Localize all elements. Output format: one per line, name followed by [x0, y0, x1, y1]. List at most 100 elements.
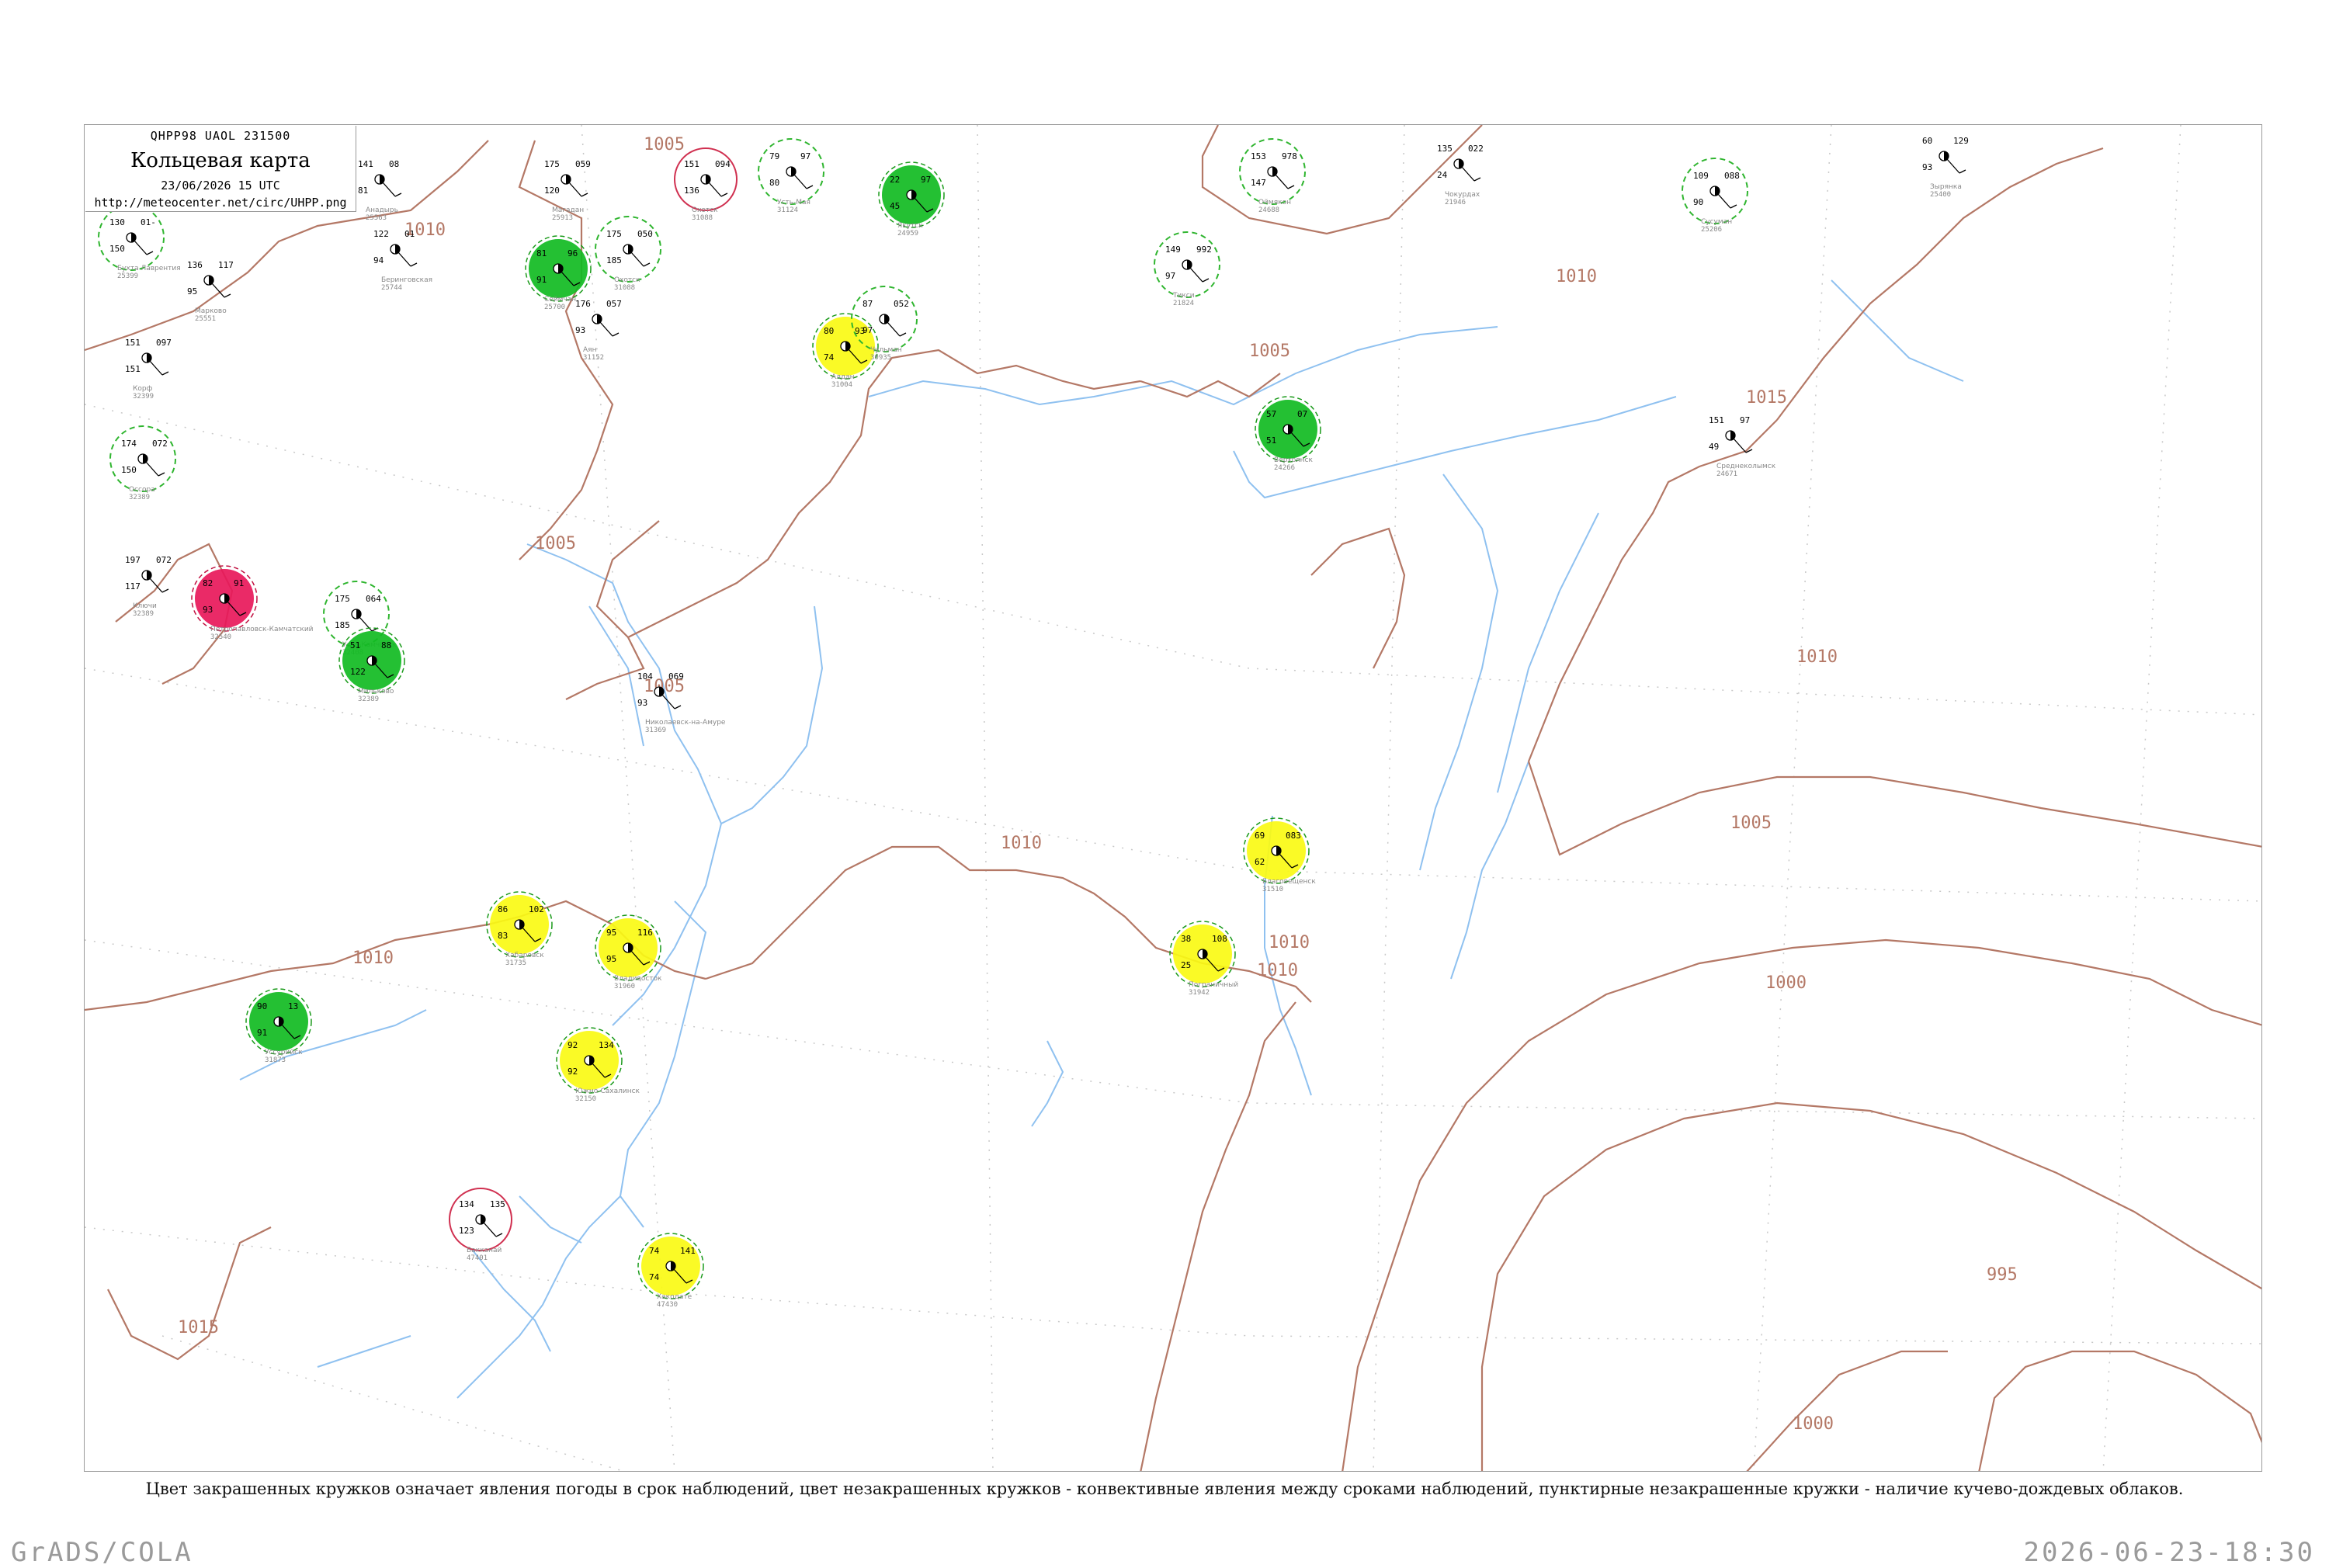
- station-marker[interactable]: 51 88 122 Мильково32389: [338, 627, 405, 703]
- station-pressure: 141: [680, 1246, 696, 1256]
- station-id: 31004: [831, 381, 852, 389]
- station-marker[interactable]: 141 08 81 Анадырь25563: [358, 159, 402, 222]
- station-name: Благовещенск: [1262, 878, 1316, 886]
- station-pressure: 064: [366, 594, 381, 604]
- station-temp: 22: [890, 175, 900, 185]
- station-name: Марково: [195, 307, 227, 315]
- station-dewpoint: 185: [606, 255, 622, 265]
- station-marker[interactable]: 153 978 147 Оймякон24688: [1239, 138, 1306, 214]
- station-pressure: 094: [715, 159, 731, 169]
- station-name: Бухта Лаврентия: [117, 265, 181, 272]
- station-marker[interactable]: 95 116 95 Владивосток31960: [595, 914, 662, 990]
- station-marker[interactable]: 175 050 185 Охотск31088: [595, 216, 661, 292]
- station-temp: 79: [769, 151, 779, 161]
- station-marker[interactable]: 135 022 24 Чокурдах21946: [1437, 144, 1484, 206]
- station-name: Хабаровск: [505, 952, 544, 959]
- station-dewpoint: 93: [203, 605, 213, 615]
- station-marker[interactable]: 151 097 151 Корф32399: [125, 338, 172, 401]
- station-marker[interactable]: 176 057 93 Аян31152: [575, 299, 622, 362]
- wind-barb-icon: [149, 360, 169, 376]
- station-marker[interactable]: 175 059 120 Магадан25913: [544, 159, 591, 222]
- station-name: Усть-Мая: [777, 199, 810, 206]
- wind-barb-icon: [661, 694, 682, 709]
- station-temp: 151: [684, 159, 699, 169]
- station-marker[interactable]: 174 072 150 Оссора32389: [109, 425, 176, 501]
- lat-lon-grid: [85, 125, 2261, 1471]
- station-name: Уссурийск: [265, 1049, 303, 1056]
- station-pressure: 069: [668, 671, 684, 682]
- station-name: Сусуман: [1701, 218, 1732, 226]
- station-marker[interactable]: 104 069 93 Николаевск-на-Амуре31369: [637, 671, 726, 734]
- station-dewpoint: 150: [121, 465, 137, 475]
- station-dewpoint: 93: [637, 698, 647, 708]
- coastlines: [239, 279, 1964, 1399]
- station-temp: 175: [606, 229, 622, 239]
- station-marker[interactable]: 82 91 93 Петропавловск-Камчатский32540: [191, 565, 314, 641]
- isobar-label: 995: [1987, 1265, 2018, 1285]
- isobar-label: 1010: [1001, 834, 1042, 853]
- station-pressure: 072: [152, 439, 168, 449]
- station-marker[interactable]: 92 134 92 Южно-Сахалинск32150: [556, 1027, 640, 1103]
- station-pressure: 978: [1282, 151, 1297, 161]
- wind-barb-icon: [793, 174, 814, 189]
- station-marker[interactable]: 86 102 83 Хабаровск31735: [486, 891, 553, 967]
- station-id: 47401: [467, 1254, 488, 1262]
- station-pressure: 097: [156, 338, 172, 348]
- wind-barb-icon: [1733, 438, 1753, 453]
- isobar-label: 1010: [352, 949, 394, 968]
- station-pressure: 07: [1297, 409, 1307, 419]
- station-temp: 174: [121, 439, 137, 449]
- isobar-label: 1010: [1796, 647, 1838, 667]
- station-pressure: 129: [1953, 136, 1969, 146]
- station-name: Охотск: [692, 206, 718, 214]
- station-pressure: 91: [234, 578, 244, 588]
- station-dewpoint: 45: [890, 201, 900, 211]
- station-id: 25551: [195, 315, 216, 323]
- station-marker[interactable]: 136 117 95 Марково25551: [187, 260, 234, 323]
- station-marker[interactable]: 90 13 91 Уссурийск31873: [245, 988, 312, 1064]
- station-dewpoint: 151: [125, 364, 141, 374]
- station-name: Оймякон: [1258, 199, 1291, 206]
- legend-url[interactable]: http://meteocenter.net/circ/UHPP.png: [85, 196, 356, 210]
- station-id: 24671: [1716, 470, 1737, 478]
- station-marker[interactable]: 22 97 45 Якутск24959: [878, 161, 945, 238]
- station-temp: 38: [1181, 934, 1191, 944]
- station-marker[interactable]: 60 129 93 Зырянка25400: [1922, 136, 1969, 199]
- station-dewpoint: 185: [335, 620, 350, 630]
- station-pressure: 052: [894, 299, 909, 309]
- station-temp: 95: [606, 928, 616, 938]
- station-marker[interactable]: 130 01- 150 Бухта Лаврентия25399: [98, 204, 181, 280]
- station-id: 32150: [575, 1095, 596, 1103]
- wind-barb-icon: [134, 240, 154, 255]
- station-id: 24266: [1274, 464, 1295, 472]
- station-marker[interactable]: 134 135 123 Вакканай47401: [449, 1188, 512, 1262]
- station-dewpoint: 136: [684, 186, 699, 196]
- station-marker[interactable]: 57 07 51 Верхоянск24266: [1255, 396, 1321, 472]
- station-name: Владивосток: [614, 975, 662, 983]
- station-dewpoint: 91: [536, 275, 547, 285]
- station-marker[interactable]: 151 97 49 Среднеколымск24671: [1709, 415, 1776, 478]
- station-id: 31510: [1262, 886, 1283, 893]
- station-marker[interactable]: 151 094 136 Охотск31088: [674, 147, 738, 222]
- station-dewpoint: 97: [1165, 271, 1175, 281]
- station-pressure: 072: [156, 555, 172, 565]
- station-id: 31124: [777, 206, 798, 214]
- station-id: 31088: [692, 214, 713, 222]
- station-id: 21946: [1445, 199, 1466, 206]
- station-marker[interactable]: 74 141 74 Хакодате47430: [637, 1233, 704, 1309]
- legend-code: QHPP98 UAOL 231500: [150, 129, 291, 143]
- station-marker[interactable]: 109 088 90 Сусуман25206: [1682, 158, 1748, 234]
- station-marker[interactable]: 38 108 25 Пограничный31942: [1169, 921, 1238, 997]
- footer-timestamp: 2026-06-23-18:30: [2023, 1537, 2315, 1568]
- station-pressure: 050: [637, 229, 653, 239]
- station-pressure: 108: [1212, 934, 1227, 944]
- station-dewpoint: 147: [1251, 178, 1266, 188]
- station-dewpoint: 150: [109, 244, 125, 254]
- station-id: 31735: [505, 959, 526, 967]
- station-pressure: 022: [1468, 144, 1484, 154]
- station-temp: 81: [536, 248, 547, 258]
- station-marker[interactable]: 69 083 62 Благовещенск31510: [1243, 817, 1316, 893]
- station-id: 31088: [614, 284, 635, 292]
- station-marker[interactable]: 79 97 80 Усть-Мая31124: [758, 138, 824, 214]
- station-marker[interactable]: 149 992 97 Тикси21824: [1154, 231, 1220, 307]
